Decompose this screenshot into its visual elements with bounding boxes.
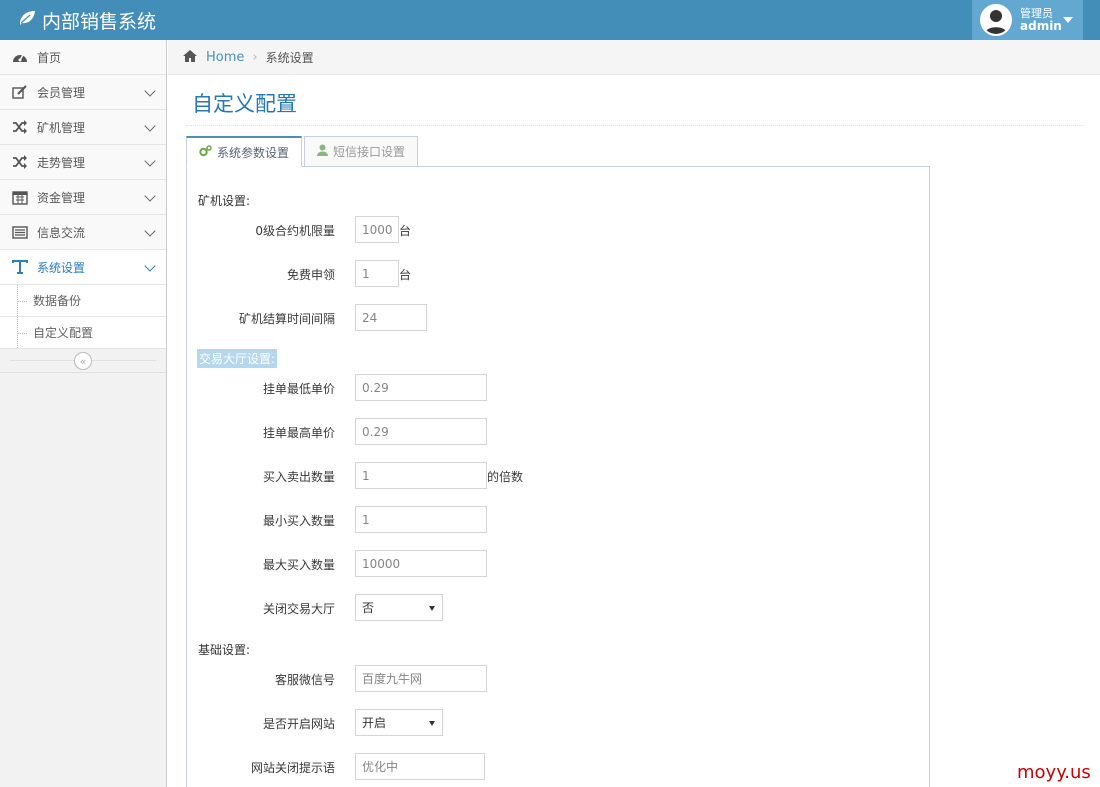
dashboard-icon [11, 49, 29, 65]
trade-qty-suffix: 的倍数 [487, 470, 524, 484]
max-buy-label: 最大买入数量 [262, 558, 335, 572]
sidebar-item-messages[interactable]: 信息交流 [0, 215, 166, 250]
wechat-input[interactable] [355, 665, 487, 692]
sidebar-item-members[interactable]: 会员管理 [0, 75, 166, 110]
section-trade-settings: 交易大厅设置: [197, 349, 278, 368]
wechat-label: 客服微信号 [274, 673, 335, 687]
tab-sms-interface[interactable]: 短信接口设置 [304, 136, 419, 167]
brand-logo[interactable]: 内部销售系统 [18, 8, 157, 33]
avatar [980, 4, 1012, 36]
leaf-icon [18, 9, 42, 31]
sidebar-item-trends[interactable]: 走势管理 [0, 145, 166, 180]
settings-submenu: 数据备份 自定义配置 [0, 285, 166, 349]
close-hall-label: 关闭交易大厅 [262, 602, 335, 616]
edit-icon [11, 84, 29, 100]
max-price-input[interactable] [355, 418, 487, 445]
max-price-label: 挂单最高单价 [262, 426, 335, 440]
breadcrumb: Home › 系统设置 [168, 40, 1100, 75]
contract-limit-unit: 台 [399, 224, 412, 238]
sidebar-item-funds[interactable]: 资金管理 [0, 180, 166, 215]
row-wechat: 客服微信号 [187, 665, 927, 693]
close-hall-select[interactable]: 否 [355, 594, 443, 621]
row-settle-interval: 矿机结算时间间隔 [187, 304, 927, 332]
user-name: admin [1020, 19, 1062, 33]
free-claim-input[interactable] [355, 260, 399, 287]
settle-interval-input[interactable] [355, 304, 427, 331]
home-icon [182, 49, 198, 66]
section-miner-settings: 矿机设置: [198, 194, 251, 208]
user-menu[interactable]: 管理员 admin [972, 0, 1083, 40]
chevron-down-icon [144, 190, 156, 202]
sidebar: 首页 会员管理 矿机管理 走势管理 资金管理 信息交流 系统设置 数据备份 自定… [0, 40, 167, 787]
calendar-icon [11, 189, 29, 205]
chevron-down-icon [144, 155, 156, 167]
brand-title: 内部销售系统 [42, 10, 157, 33]
chevron-down-icon [144, 225, 156, 237]
free-claim-label: 免费申领 [286, 268, 335, 282]
random-icon [11, 154, 29, 170]
row-max-buy: 最大买入数量 [187, 550, 927, 578]
row-trade-qty: 买入卖出数量 的倍数 [187, 462, 927, 490]
chevron-down-icon [144, 120, 156, 132]
min-price-label: 挂单最低单价 [262, 382, 335, 396]
row-min-buy: 最小买入数量 [187, 506, 927, 534]
page-title: 自定义配置 [192, 92, 297, 116]
system-params-form: 矿机设置: 0级合约机限量 台 免费申领 台 矿机结算时间间隔 交易大厅设置: … [186, 166, 930, 787]
row-free-claim: 免费申领 台 [187, 260, 927, 288]
row-min-price: 挂单最低单价 [187, 374, 927, 402]
min-buy-label: 最小买入数量 [262, 514, 335, 528]
chevron-down-icon [144, 260, 156, 272]
sidebar-item-home[interactable]: 首页 [0, 40, 166, 75]
settle-interval-label: 矿机结算时间间隔 [238, 312, 335, 326]
breadcrumb-home-link[interactable]: Home [206, 50, 244, 65]
breadcrumb-current: 系统设置 [265, 50, 314, 65]
chevron-down-icon [144, 85, 156, 97]
trade-qty-input[interactable] [355, 462, 487, 489]
config-tabs: 系统参数设置 短信接口设置 [186, 136, 420, 167]
site-open-select[interactable]: 开启 [355, 709, 443, 736]
cogs-icon [199, 144, 217, 160]
contract-limit-input[interactable] [355, 216, 399, 243]
max-buy-input[interactable] [355, 550, 487, 577]
sidebar-subitem-backup[interactable]: 数据备份 [0, 285, 166, 317]
page-header: 自定义配置 [186, 84, 1084, 126]
close-msg-label: 网站关闭提示语 [250, 761, 335, 775]
sidebar-collapse-button[interactable]: « [74, 352, 92, 370]
random-icon [11, 119, 29, 135]
contract-limit-label: 0级合约机限量 [255, 224, 335, 238]
top-navbar: 内部销售系统 管理员 admin [0, 0, 1100, 40]
min-buy-input[interactable] [355, 506, 487, 533]
sidebar-item-settings[interactable]: 系统设置 [0, 250, 166, 285]
watermark: moyy.us [1017, 762, 1091, 783]
row-close-msg: 网站关闭提示语 [187, 753, 927, 781]
close-msg-input[interactable] [355, 753, 485, 780]
select-arrow-icon [429, 721, 435, 726]
sidebar-item-miners[interactable]: 矿机管理 [0, 110, 166, 145]
tab-system-params[interactable]: 系统参数设置 [186, 136, 303, 167]
list-alt-icon [11, 224, 29, 240]
row-close-hall: 关闭交易大厅 否 [187, 594, 927, 622]
select-arrow-icon [429, 606, 435, 611]
section-basic-settings: 基础设置: [198, 643, 251, 657]
min-price-input[interactable] [355, 374, 487, 401]
text-icon [11, 259, 29, 275]
user-icon [317, 144, 333, 159]
breadcrumb-separator: › [252, 49, 258, 65]
sidebar-collapse-bar: « [0, 349, 166, 373]
caret-down-icon [1063, 17, 1073, 23]
trade-qty-label: 买入卖出数量 [262, 470, 335, 484]
row-max-price: 挂单最高单价 [187, 418, 927, 446]
site-open-label: 是否开启网站 [262, 717, 335, 731]
row-contract-limit: 0级合约机限量 台 [187, 216, 927, 244]
free-claim-unit: 台 [399, 268, 412, 282]
sidebar-subitem-custom-config[interactable]: 自定义配置 [0, 317, 166, 349]
row-site-open: 是否开启网站 开启 [187, 709, 927, 737]
